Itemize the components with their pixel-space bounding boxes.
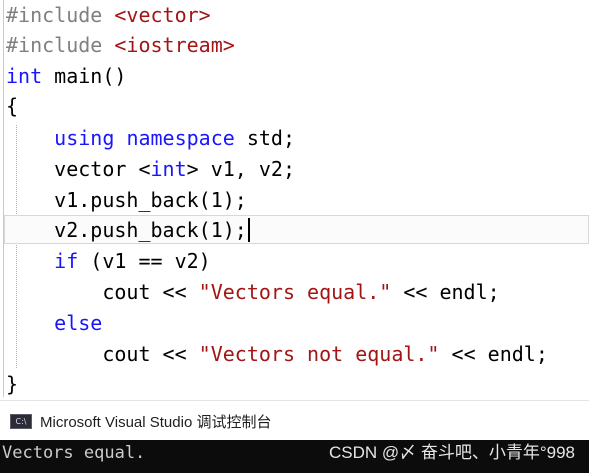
code-token: int: [6, 64, 43, 88]
text-caret: [247, 218, 250, 242]
editor-margin-line: [3, 0, 4, 397]
code-token: namespace: [126, 126, 235, 150]
code-token: vector <: [6, 157, 151, 181]
console-window[interactable]: Vectors equal. CSDN @〆 奋斗吧、小青年°998: [0, 440, 589, 473]
code-token: v2.push_back(1);: [6, 218, 247, 242]
code-token: using: [54, 126, 115, 150]
console-app-icon: C:\: [10, 413, 32, 429]
code-line[interactable]: {: [6, 91, 18, 121]
console-title-bar: C:\ Microsoft Visual Studio 调试控制台: [0, 400, 589, 441]
code-token: <vector>: [114, 3, 211, 27]
code-token: (v1 == v2): [78, 249, 211, 273]
code-line[interactable]: vector <int> v1, v2;: [6, 154, 295, 184]
code-token: }: [6, 372, 19, 396]
code-token: "Vectors not equal.": [198, 342, 440, 366]
watermark: CSDN @〆 奋斗吧、小青年°998: [328, 443, 575, 462]
code-line[interactable]: v1.push_back(1);: [6, 185, 247, 215]
code-token: << endl;: [391, 280, 500, 304]
code-token: << endl;: [439, 342, 548, 366]
code-line[interactable]: #include <vector>: [6, 0, 211, 30]
code-token: main(): [42, 64, 127, 88]
code-line[interactable]: else: [6, 308, 102, 338]
code-token: cout <<: [6, 280, 199, 304]
code-line[interactable]: cout << "Vectors equal." << endl;: [6, 277, 500, 307]
code-token: {: [6, 94, 19, 118]
code-token: int: [150, 157, 187, 181]
code-token: "Vectors equal.": [198, 280, 392, 304]
code-line[interactable]: #include <iostream>: [6, 30, 235, 60]
code-line[interactable]: if (v1 == v2): [6, 246, 211, 276]
code-line[interactable]: int main(): [6, 61, 126, 91]
code-editor[interactable]: #include <vector> #include <iostream> int …: [0, 0, 589, 400]
code-token: std;: [234, 126, 296, 150]
code-token: > v1, v2;: [186, 157, 295, 181]
code-line[interactable]: v2.push_back(1);: [6, 215, 250, 245]
console-title: Microsoft Visual Studio 调试控制台: [40, 413, 272, 431]
code-token: <iostream>: [114, 33, 235, 57]
console-output: Vectors equal.: [2, 443, 146, 463]
code-token: else: [54, 311, 103, 335]
code-token: #include: [6, 33, 115, 57]
code-token: v1.push_back(1);: [6, 188, 247, 212]
code-token: if: [54, 249, 79, 273]
code-line[interactable]: using namespace std;: [6, 123, 295, 153]
code-token: #include: [6, 3, 115, 27]
code-line[interactable]: cout << "Vectors not equal." << endl;: [6, 339, 548, 369]
code-line[interactable]: }: [6, 369, 18, 399]
code-token: cout <<: [6, 342, 199, 366]
